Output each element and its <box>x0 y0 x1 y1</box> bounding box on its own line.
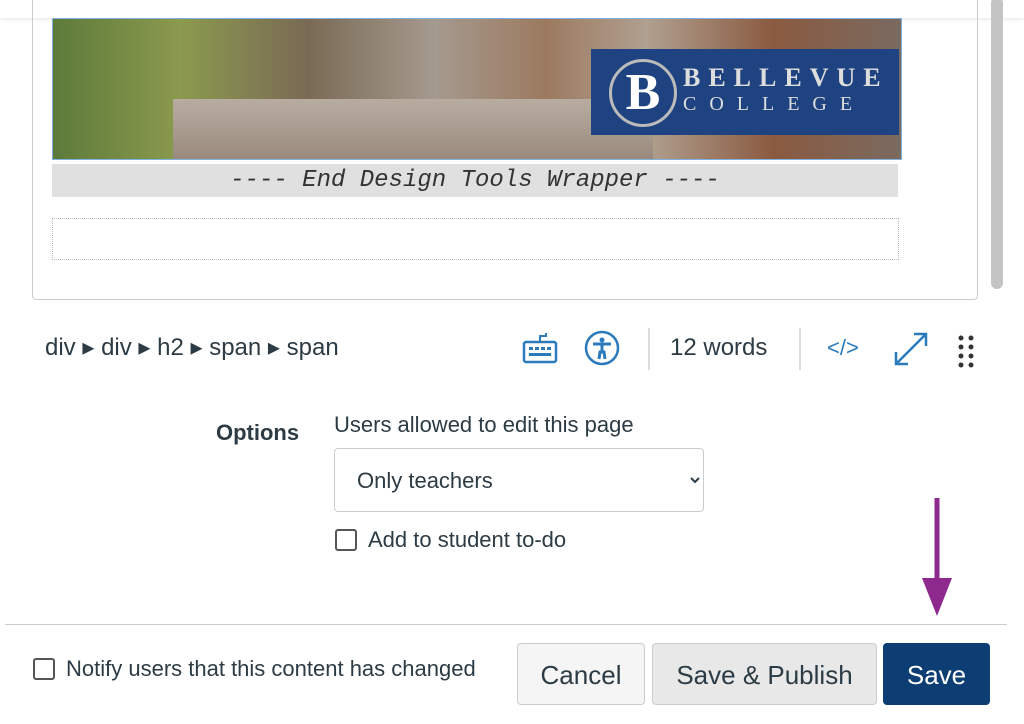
bellevue-college-logo: B BELLEVUE COLLEGE <box>591 49 899 135</box>
word-count[interactable]: 12 words <box>670 330 767 366</box>
save-publish-button[interactable]: Save & Publish <box>652 643 877 705</box>
student-todo-label: Add to student to-do <box>368 527 567 552</box>
end-wrapper-text: ---- End Design Tools Wrapper ---- <box>52 164 898 197</box>
options-heading: Options <box>216 420 300 445</box>
accessibility-icon[interactable] <box>584 330 620 366</box>
html-editor-toggle-icon[interactable]: </> <box>827 330 859 366</box>
save-button[interactable]: Save <box>883 643 990 705</box>
notify-label: Notify users that this content has chang… <box>66 656 476 681</box>
empty-paragraph[interactable] <box>52 218 899 260</box>
edit-permission-select[interactable]: Only teachers <box>334 448 704 512</box>
fullscreen-icon[interactable] <box>892 330 930 368</box>
campus-banner-image: B BELLEVUE COLLEGE <box>52 18 902 160</box>
footer-divider <box>5 624 1007 625</box>
element-path[interactable]: div ▸ div ▸ h2 ▸ span ▸ span <box>45 330 339 366</box>
student-todo-checkbox[interactable] <box>335 529 357 551</box>
divider <box>648 328 650 370</box>
annotation-arrow-icon <box>922 498 952 616</box>
edit-permission-label: Users allowed to edit this page <box>334 412 634 437</box>
keyboard-icon[interactable] <box>522 330 558 366</box>
notify-checkbox[interactable] <box>33 658 55 680</box>
editor-scrollbar[interactable] <box>991 0 1003 289</box>
divider <box>799 328 801 370</box>
resize-handle-icon[interactable] <box>956 334 976 368</box>
cancel-button[interactable]: Cancel <box>517 643 645 705</box>
